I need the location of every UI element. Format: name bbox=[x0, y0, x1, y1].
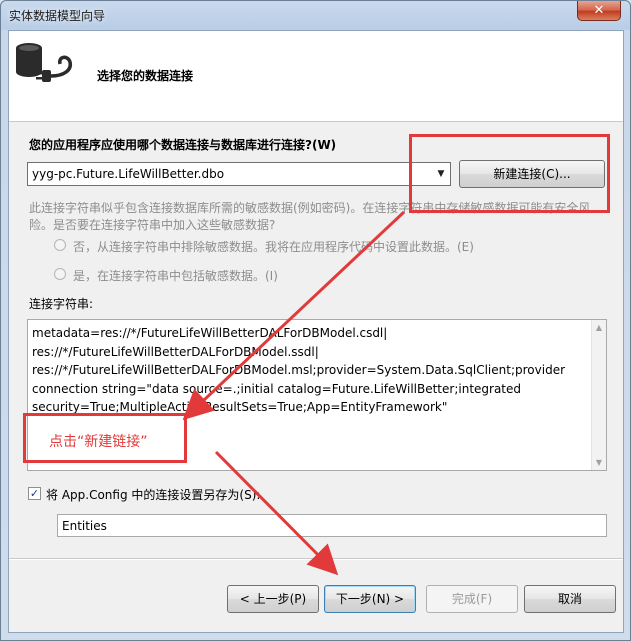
annotation-arrow-to-next bbox=[214, 450, 339, 576]
annotation-arrows bbox=[182, 210, 406, 576]
annotation-arrow-to-callout bbox=[182, 210, 406, 421]
